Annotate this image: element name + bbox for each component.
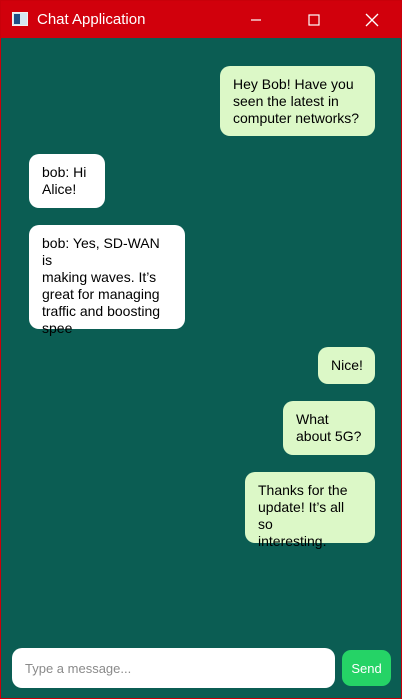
send-button[interactable]: Send: [342, 650, 391, 686]
message-bubble-outgoing: What about 5G?: [283, 401, 375, 455]
message-bubble-outgoing: Hey Bob! Have you seen the latest in com…: [220, 66, 375, 136]
maximize-icon: [308, 13, 320, 26]
maximize-button[interactable]: [285, 1, 343, 38]
chat-window: Chat Application Hey Bob! Have you seen …: [0, 0, 402, 699]
minimize-button[interactable]: [227, 1, 285, 38]
message-list[interactable]: Hey Bob! Have you seen the latest in com…: [3, 38, 401, 638]
message-input[interactable]: [12, 648, 335, 688]
message-bubble-outgoing: Thanks for the update! It’s all so inter…: [245, 472, 375, 549]
close-icon: [365, 13, 379, 26]
message-bubble-outgoing: Nice!: [318, 347, 375, 384]
title-bar[interactable]: Chat Application: [1, 1, 401, 38]
close-button[interactable]: [343, 1, 401, 38]
message-bubble-incoming: bob: Hi Alice!: [29, 154, 105, 208]
window-title: Chat Application: [37, 11, 146, 28]
minimize-icon: [251, 18, 261, 21]
app-window-icon-pane: [14, 14, 20, 24]
app-window-icon: [12, 12, 28, 26]
message-bubble-incoming: bob: Yes, SD-WAN is making waves. It’s g…: [29, 225, 185, 336]
